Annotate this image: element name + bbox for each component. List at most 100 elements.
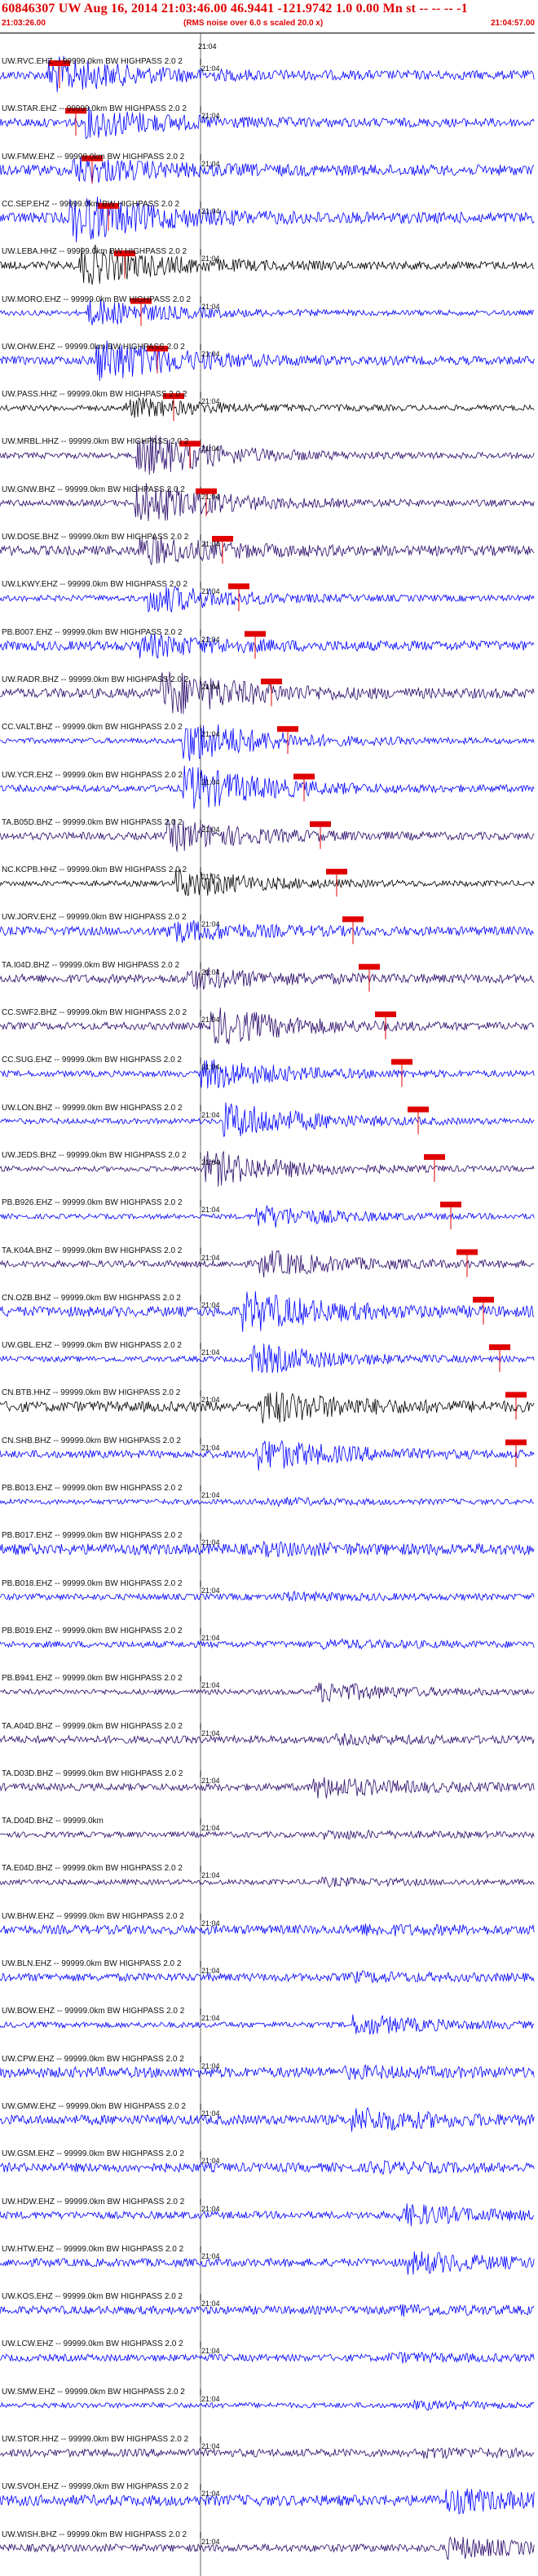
trace-waveform	[0, 1205, 535, 1228]
row-minute-label: 21:04	[201, 2251, 220, 2260]
channel-label: TA.I04D.BHZ -- 99999.0km BW HIGHPASS 2.0…	[2, 960, 180, 970]
channel-label: UW.LEBA.HHZ -- 99999.0km BW HIGHPASS 2.0…	[2, 247, 187, 257]
row-minute-label: 21:04	[201, 825, 220, 834]
trace-waveform	[0, 2488, 535, 2515]
row-minute-label: 21:04	[201, 302, 220, 311]
channel-label: UW.WISH.BHZ -- 99999.0km BW HIGHPASS 2.0…	[2, 2530, 187, 2539]
trace-waveform	[0, 1590, 535, 1602]
row-minute-label: 21:04	[201, 2299, 220, 2308]
channel-label: UW.SVOH.EHZ -- 99999.0km BW HIGHPASS 2.0…	[2, 2482, 189, 2492]
row-minute-label: 21:04	[201, 1300, 220, 1309]
row-minute-label: 21:04	[201, 2204, 220, 2213]
trace-waveform	[0, 2399, 535, 2411]
row-minute-label: 21:04	[201, 1967, 220, 1975]
phase-pick-marker	[440, 1202, 461, 1208]
event-title: 60846307 UW Aug 16, 2014 21:03:46.00 46.…	[2, 2, 468, 15]
phase-pick-marker	[293, 773, 315, 780]
trace-waveform	[0, 1440, 535, 1471]
row-minute-label: 21:04	[201, 1016, 220, 1024]
trace-waveform	[0, 1829, 535, 1840]
row-minute-label: 21:04	[201, 1728, 220, 1737]
channel-label: UW.JORV.EHZ -- 99999.0km BW HIGHPASS 2.0…	[2, 913, 187, 923]
channel-label: CN.SHB.BHZ -- 99999.0km BW HIGHPASS 2.0 …	[2, 1436, 181, 1445]
channel-label: TA.E04D.BHZ -- 99999.0km BW HIGHPASS 2.0…	[2, 1864, 183, 1874]
row-minute-label: 21:04	[201, 255, 220, 263]
phase-pick-marker	[391, 1059, 412, 1065]
row-minute-label: 21:04	[201, 967, 220, 976]
row-minute-label: 21:04	[201, 445, 220, 454]
row-minute-label: 21:04	[201, 397, 220, 406]
trace-waveform	[0, 2351, 535, 2364]
channel-label: PB.B018.EHZ -- 99999.0km BW HIGHPASS 2.0…	[2, 1578, 183, 1588]
trace-waveform	[0, 1923, 535, 1936]
channel-label: NC.KCPB.HHZ -- 99999.0km BW HIGHPASS 2.0…	[2, 865, 187, 875]
row-minute-label: 21:04	[201, 777, 220, 786]
channel-label: PB.B926.EHZ -- 99999.0km BW HIGHPASS 2.0…	[2, 1198, 183, 1208]
channel-label: TA.K04A.BHZ -- 99999.0km BW HIGHPASS 2.0…	[2, 1246, 183, 1255]
trace-waveform	[0, 1497, 535, 1507]
phase-pick-marker	[245, 631, 266, 637]
trace-waveform	[0, 2064, 535, 2081]
channel-label: TA.A04D.BHZ -- 99999.0km BW HIGHPASS 2.0…	[2, 1721, 183, 1731]
channel-label: UW.KOS.EHZ -- 99999.0km BW HIGHPASS 2.0 …	[2, 2292, 183, 2302]
row-minute-label: 21:04	[201, 1110, 220, 1119]
channel-label: UW.BOW.EHZ -- 99999.0km BW HIGHPASS 2.0 …	[2, 2007, 185, 2016]
row-minute-label: 21:04	[201, 1063, 220, 1072]
row-minute-label: 21:04	[201, 920, 220, 929]
row-minute-label: 21:04	[201, 1681, 220, 1690]
row-minute-label: 21:04	[201, 635, 220, 644]
channel-label: UW.BLN.EHZ -- 99999.0km BW HIGHPASS 2.0 …	[2, 1959, 182, 1968]
row-minute-label: 21:04	[201, 730, 220, 739]
phase-pick-marker	[505, 1439, 527, 1445]
channel-label: UW.DOSE.BHZ -- 99999.0km BW HIGHPASS 2.0…	[2, 533, 189, 542]
channel-label: UW.HDW.EHZ -- 99999.0km BW HIGHPASS 2.0 …	[2, 2197, 185, 2206]
channel-label: UW.LON.BHZ -- 99999.0km BW HIGHPASS 2.0 …	[2, 1103, 183, 1113]
trace-waveform	[0, 2203, 535, 2227]
trace-waveform	[0, 2014, 535, 2035]
row-minute-label: 21:04	[201, 159, 220, 168]
row-minute-label: 21:04	[201, 206, 220, 215]
channel-label: UW.YCR.EHZ -- 99999.0km BW HIGHPASS 2.0 …	[2, 770, 183, 780]
row-minute-label: 21:04	[201, 1206, 220, 1215]
seismogram-plot: 21:04 UW.RVC.EHZ -- 99999.0km BW HIGHPAS…	[0, 33, 538, 2576]
row-minute-label: 21:04	[201, 1824, 220, 1833]
phase-pick-marker	[473, 1296, 494, 1303]
channel-label: UW.GNW.BHZ -- 99999.0km BW HIGHPASS 2.0 …	[2, 485, 185, 494]
row-minute-label: 21:04	[201, 2537, 220, 2546]
channel-label: UW.SMW.EHZ -- 99999.0km BW HIGHPASS 2.0 …	[2, 2387, 185, 2397]
trace-waveform	[0, 633, 535, 659]
channel-label: PB.B017.EHZ -- 99999.0km BW HIGHPASS 2.0…	[2, 1531, 183, 1541]
row-minute-label: 21:04	[201, 2157, 220, 2166]
phase-pick-marker	[359, 963, 380, 970]
phase-pick-marker	[261, 678, 282, 684]
row-minute-label: 21:04	[201, 873, 220, 882]
trace-canvas	[0, 33, 535, 2576]
row-minute-label: 21:04	[201, 2394, 220, 2403]
row-minute-label: 21:04	[201, 1776, 220, 1785]
channel-label: UW.LKWY.EHZ -- 99999.0km BW HIGHPASS 2.0…	[2, 580, 188, 590]
channel-label: CC.SUG.EHZ -- 99999.0km BW HIGHPASS 2.0 …	[2, 1056, 182, 1065]
row-minute-label: 21:04	[201, 2347, 220, 2356]
row-minute-label: 21:04	[201, 64, 220, 73]
trace-waveform	[0, 967, 535, 990]
row-minute-label: 21:04	[201, 1633, 220, 1642]
trace-waveform	[0, 2106, 535, 2132]
trace-waveform	[0, 1638, 535, 1650]
channel-label: UW.STAR.EHZ -- 99999.0km BW HIGHPASS 2.0…	[2, 104, 187, 114]
row-minute-label: 21:04	[201, 1586, 220, 1595]
start-time: 21:03:26.00	[2, 19, 46, 28]
channel-label: CC.SEP.EHZ -- 99999.0km BW HIGHPASS 2.0 …	[2, 199, 180, 209]
channel-label: UW.GSM.EHZ -- 99999.0km BW HIGHPASS 2.0 …	[2, 2149, 184, 2159]
channel-label: UW.JEDS.BHZ -- 99999.0km BW HIGHPASS 2.0…	[2, 1150, 187, 1160]
channel-label: TA.D04D.BHZ -- 99999.0km	[2, 1817, 104, 1826]
trace-waveform	[0, 919, 535, 943]
phase-pick-marker	[342, 916, 364, 923]
row-minute-label: 21:04	[201, 540, 220, 548]
row-minute-label: 21:04	[201, 1157, 220, 1166]
trace-waveform	[0, 1777, 535, 1799]
trace-waveform	[0, 2251, 535, 2275]
channel-label: UW.STOR.HHZ -- 99999.0km BW HIGHPASS 2.0…	[2, 2435, 189, 2444]
phase-pick-marker	[456, 1249, 478, 1255]
phase-pick-marker	[408, 1106, 429, 1113]
phase-pick-marker	[375, 1011, 396, 1017]
